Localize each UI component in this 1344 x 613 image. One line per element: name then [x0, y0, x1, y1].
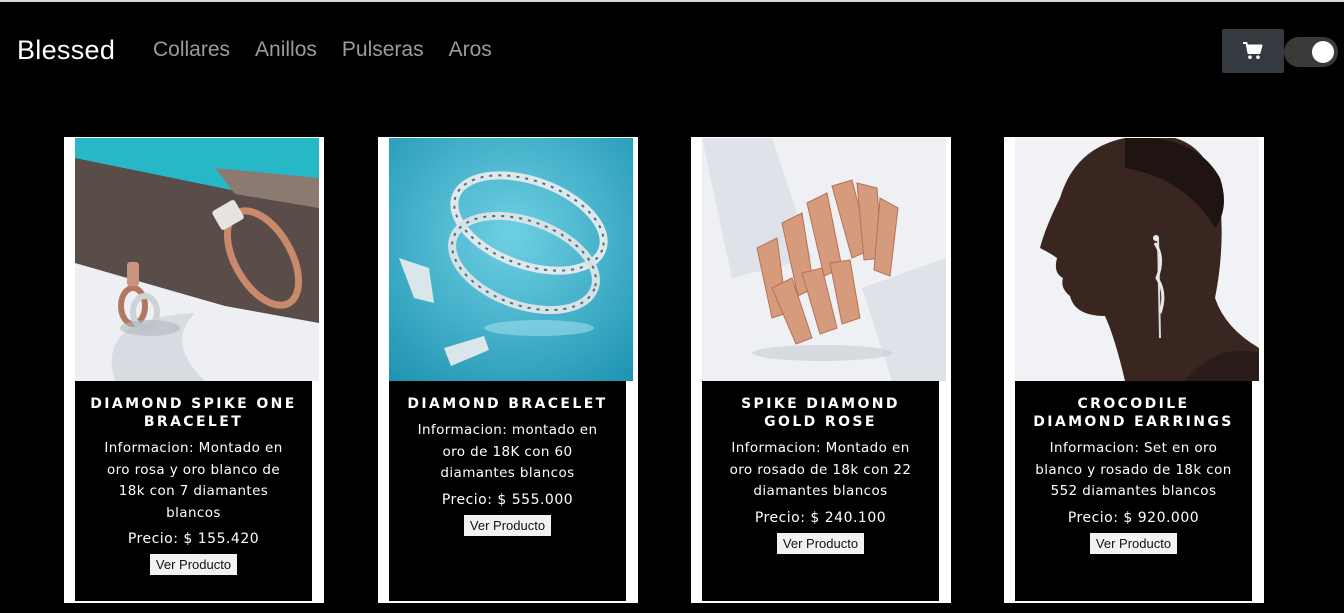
product-card: SPIKE DIAMOND GOLD ROSE Informacion: Mon…: [691, 137, 951, 603]
toggle-knob: [1312, 41, 1334, 63]
navbar: Blessed Collares Anillos Pulseras Aros: [0, 2, 1344, 98]
product-title: CROCODILE DIAMOND EARRINGS: [1033, 396, 1234, 430]
product-info: Informacion: Montado en oro rosa y oro b…: [104, 440, 283, 521]
product-card-body: DIAMOND BRACELET Informacion: montado en…: [389, 381, 626, 601]
nav-link-collares[interactable]: Collares: [153, 38, 230, 62]
product-title: DIAMOND SPIKE ONE BRACELET: [90, 396, 297, 430]
cart-button[interactable]: [1222, 29, 1284, 73]
product-card: DIAMOND BRACELET Informacion: montado en…: [378, 137, 638, 603]
nav-link-anillos[interactable]: Anillos: [255, 38, 317, 62]
view-product-button[interactable]: Ver Producto: [149, 554, 238, 575]
view-product-button[interactable]: Ver Producto: [1089, 532, 1178, 554]
nav-link-pulseras[interactable]: Pulseras: [342, 38, 424, 62]
product-price: Precio: $ 920.000: [1067, 509, 1200, 526]
product-title: DIAMOND BRACELET: [407, 396, 608, 412]
product-info: Informacion: Montado en oro rosado de 18…: [729, 440, 912, 499]
shopping-cart-icon: [1243, 42, 1263, 59]
product-image[interactable]: [702, 138, 946, 381]
brand-logo[interactable]: Blessed: [17, 35, 115, 66]
product-price: Precio: $ 155.420: [127, 531, 260, 547]
product-title: SPIKE DIAMOND GOLD ROSE: [741, 396, 900, 430]
product-info: Informacion: montado en oro de 18K con 6…: [417, 422, 598, 481]
view-product-button[interactable]: Ver Producto: [776, 532, 865, 554]
nav-link-aros[interactable]: Aros: [449, 38, 492, 62]
product-image[interactable]: [1015, 138, 1259, 381]
product-price: Precio: $ 555.000: [441, 491, 574, 508]
product-card-body: SPIKE DIAMOND GOLD ROSE Informacion: Mon…: [702, 381, 939, 601]
product-image[interactable]: [389, 138, 633, 381]
product-card: CROCODILE DIAMOND EARRINGS Informacion: …: [1004, 137, 1264, 603]
product-card-body: CROCODILE DIAMOND EARRINGS Informacion: …: [1015, 381, 1252, 601]
nav-links: Collares Anillos Pulseras Aros: [153, 38, 492, 62]
theme-toggle[interactable]: [1284, 37, 1338, 67]
product-card-body: DIAMOND SPIKE ONE BRACELET Informacion: …: [75, 381, 312, 601]
product-price: Precio: $ 240.100: [754, 509, 887, 526]
view-product-button[interactable]: Ver Producto: [463, 514, 552, 536]
product-image[interactable]: [75, 138, 319, 381]
product-info: Informacion: Set en oro blanco y rosado …: [1035, 440, 1232, 499]
product-card: DIAMOND SPIKE ONE BRACELET Informacion: …: [64, 137, 324, 603]
